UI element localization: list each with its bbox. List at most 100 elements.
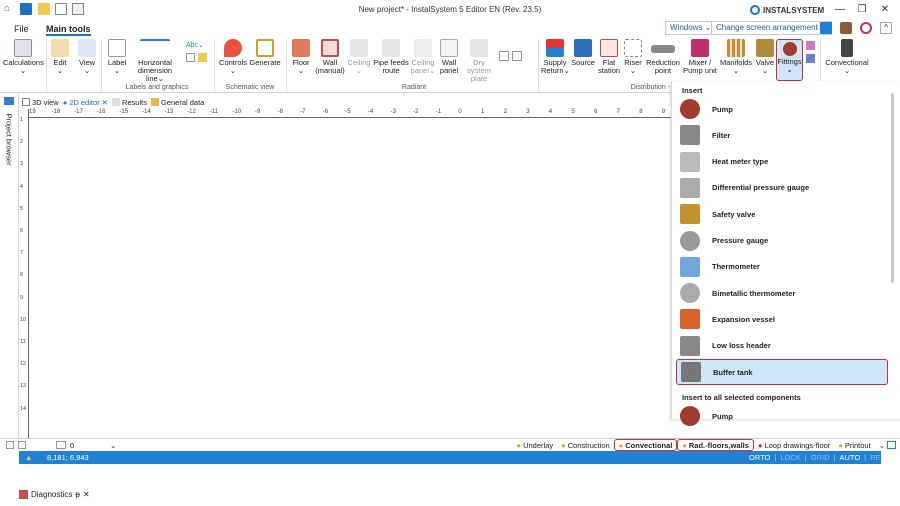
bulb-icon: ● — [516, 440, 522, 450]
small-tool-icon[interactable] — [806, 54, 815, 63]
riser-button[interactable]: Riser ⌄ — [622, 39, 644, 75]
list-item-filter[interactable]: Filter — [676, 122, 888, 148]
ruler-tick-label: 10 — [20, 316, 27, 323]
grid-options-icon[interactable] — [499, 51, 509, 61]
project-browser-label[interactable]: Project browser — [5, 114, 14, 184]
expansion-vessel-icon — [680, 309, 700, 330]
mixer-pump-unit-button[interactable]: Mixer / Pump unit — [682, 39, 718, 75]
text-style-icon[interactable]: Abc⌄ — [186, 41, 204, 49]
list-item-heat-meter-type[interactable]: Heat meter type — [676, 149, 888, 175]
settings-icon[interactable] — [860, 22, 872, 34]
edit-button[interactable]: Edit ⌄ — [49, 39, 71, 75]
help-icon[interactable] — [840, 22, 852, 34]
list-item-low-loss-header[interactable]: Low loss header — [676, 333, 888, 359]
chevron-down-icon[interactable]: ⌄ — [110, 441, 116, 450]
supply-return-button[interactable]: Supply Return⌄ — [541, 39, 570, 75]
list-item-pressure-gauge[interactable]: Pressure gauge — [676, 228, 888, 254]
lock-toggle[interactable]: LOCK — [780, 451, 800, 464]
close-tab-icon[interactable]: ✕ — [102, 98, 108, 107]
ceiling-panel-button[interactable]: Ceiling panel⌄ — [410, 39, 436, 75]
restore-icon[interactable]: ❐ — [854, 3, 870, 17]
menu-main-tools[interactable]: Main tools — [46, 22, 91, 36]
title-bar: ⌂ New project* - InstalSystem 5 Editor E… — [0, 0, 900, 20]
layers-icon — [887, 441, 896, 449]
controls-button[interactable]: Controls ⌄ — [218, 39, 248, 75]
layer-toggle-icon[interactable] — [6, 441, 14, 449]
level-select[interactable]: 0 — [70, 441, 110, 450]
list-item-safety-valve[interactable]: Safety valve — [676, 201, 888, 227]
panel-scrollbar[interactable] — [888, 83, 896, 419]
small-tool-icon[interactable] — [806, 41, 815, 50]
convectional-button[interactable]: Convectional ⌄ — [823, 39, 871, 75]
layer-underlay[interactable]: ● Underlay — [513, 439, 558, 451]
magnifier-icon — [78, 39, 96, 57]
ruler-tick-label: 7 — [20, 250, 24, 257]
list-item-pump-all[interactable]: Pump — [676, 403, 888, 429]
ceiling-panel-icon — [414, 39, 432, 57]
ruler-tick-label: -14 — [142, 109, 151, 115]
source-button[interactable]: Source — [570, 39, 596, 67]
calculations-button[interactable]: Calculations ⌄ — [3, 39, 44, 75]
list-item-thermometer[interactable]: Thermometer — [676, 254, 888, 280]
list-item-differential-pressure-gauge[interactable]: Differential pressure gauge — [676, 175, 888, 201]
tab-results[interactable]: Results — [111, 96, 147, 108]
list-item-buffer-tank[interactable]: Buffer tank — [676, 359, 888, 385]
wall-panel-button[interactable]: Wall panel — [438, 39, 460, 75]
layer-loop-drawings-floor[interactable]: ● Loop drawings-floor — [754, 439, 834, 451]
list-item-pump[interactable]: Pump — [676, 96, 888, 122]
grid-toggle[interactable]: GRID — [811, 451, 830, 464]
dry-system-plate-button[interactable]: Dry system plate — [461, 39, 497, 83]
mixer-icon — [691, 39, 709, 57]
label-button[interactable]: Label ⌄ — [104, 39, 130, 75]
fittings-button[interactable]: Fittings ⌄ — [776, 39, 803, 81]
pin-icon[interactable]: ᵽ — [75, 490, 79, 499]
layer-sort-icon[interactable] — [18, 441, 26, 449]
layer-convectional[interactable]: ● Convectional — [613, 439, 678, 451]
pipe-feeds-route-button[interactable]: Pipe feeds route — [373, 39, 409, 75]
dry-system-label: Dry system — [467, 58, 491, 75]
flat-station-button[interactable]: Flat station — [597, 39, 621, 75]
tab-general-data[interactable]: General data — [150, 96, 204, 108]
generate-button[interactable]: Generate — [249, 39, 281, 67]
project-browser-sidebar[interactable]: Project browser — [0, 94, 19, 450]
panel-options-icon[interactable] — [512, 51, 522, 61]
floor-button[interactable]: Floor ⌄ — [289, 39, 313, 75]
layer-rad-floors-walls[interactable]: ● Rad.-floors,walls — [677, 439, 754, 451]
valve-button[interactable]: Valve ⌄ — [754, 39, 776, 75]
tab-3d-view[interactable]: 3D view — [22, 96, 59, 108]
rep-toggle[interactable]: REP — [870, 451, 885, 464]
manifolds-button[interactable]: Manifolds ⌄ — [719, 39, 753, 75]
minimize-icon[interactable]: — — [832, 3, 848, 17]
ruler-tick-label: 5 — [571, 109, 575, 115]
ceiling-button[interactable]: Ceiling ⌄ — [347, 39, 371, 75]
view-button[interactable]: View ⌄ — [76, 39, 98, 75]
orto-toggle[interactable]: ORTO — [749, 451, 770, 464]
close-icon[interactable]: ✕ — [83, 490, 90, 499]
chevron-down-icon: ⌄ — [878, 440, 885, 450]
separator — [46, 39, 47, 91]
horizontal-dimension-button[interactable]: Horizontal dimension line⌄ — [128, 39, 182, 83]
layer-more-dropdown[interactable]: ⌄ — [875, 439, 900, 451]
warning-icon[interactable]: ▲ — [25, 451, 32, 464]
layout-icon[interactable] — [820, 22, 832, 34]
list-item-bimetallic-thermometer[interactable]: Bimetallic thermometer — [676, 280, 888, 306]
layer-printout[interactable]: ● Printout — [834, 439, 874, 451]
note-icon[interactable] — [198, 53, 207, 62]
diagnostics-tab[interactable]: Diagnostics ᵽ ✕ — [19, 490, 90, 499]
drawing-canvas[interactable] — [29, 119, 671, 439]
collapse-ribbon-icon[interactable]: ^ — [880, 22, 892, 34]
reduction-point-button[interactable]: Reduction point — [645, 39, 681, 75]
grid-icon[interactable] — [186, 53, 195, 62]
wall-manual-button[interactable]: Wall (manual) — [315, 39, 345, 75]
auto-toggle[interactable]: AUTO — [839, 451, 860, 464]
tab-2d-editor[interactable]: ● 2D editor ✕ — [63, 96, 108, 108]
bulb-icon: ● — [618, 440, 624, 450]
windows-dropdown[interactable]: Windows ⌄ — [665, 21, 717, 35]
list-item-expansion-vessel[interactable]: Expansion vessel — [676, 306, 888, 332]
arrangement-dropdown[interactable]: Change screen arrangement ⌄ — [711, 21, 832, 35]
scroll-thumb[interactable] — [891, 93, 894, 283]
menu-file[interactable]: File — [14, 22, 29, 36]
close-icon[interactable]: ✕ — [877, 3, 893, 17]
layer-construction[interactable]: ● Construction — [557, 439, 614, 451]
vertical-ruler: 1 2 3 4 5 6 7 8 9 10 11 12 13 14 — [19, 109, 29, 439]
